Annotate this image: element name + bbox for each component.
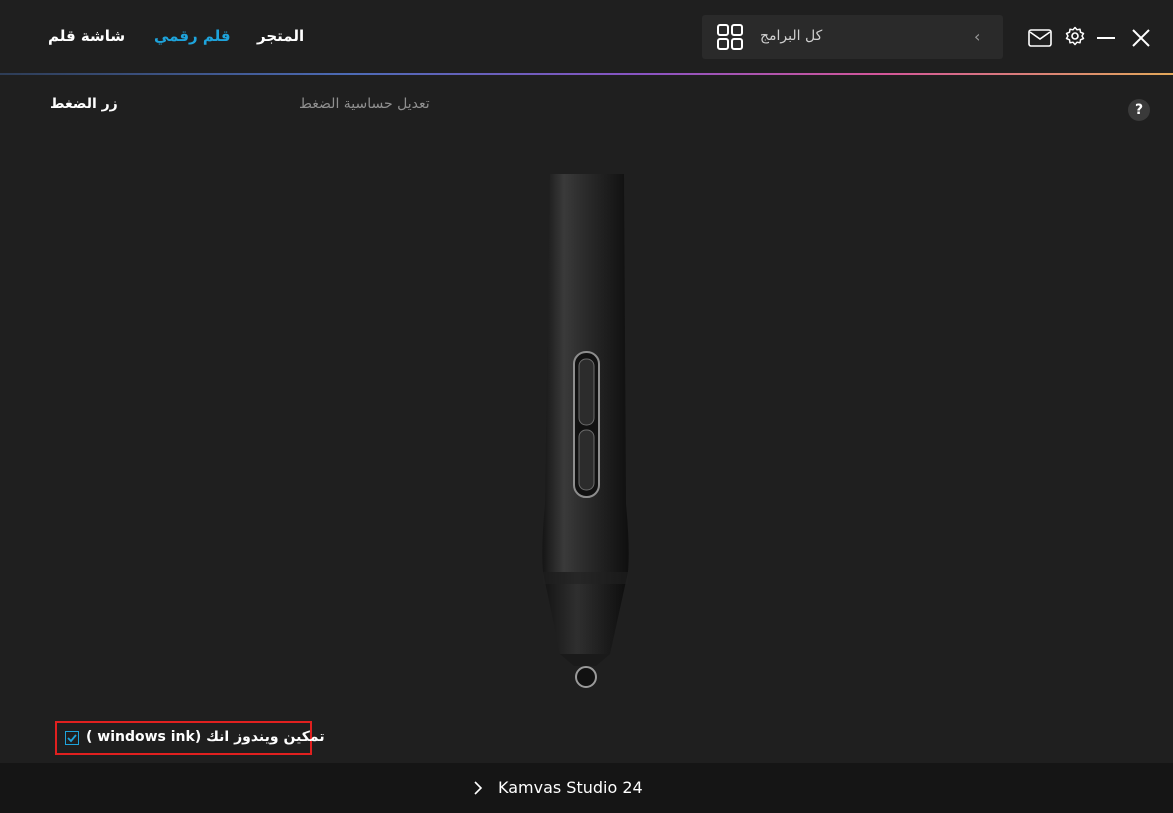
windows-ink-checkbox[interactable] [65, 731, 79, 745]
checkmark-icon [67, 734, 77, 743]
help-button[interactable]: ? [1128, 99, 1150, 121]
nav-pen-tablet[interactable]: قلم رقمي [154, 27, 231, 45]
device-footer-bar: Kamvas Studio 24 [0, 763, 1173, 813]
windows-ink-label: ( windows ink) تمكين ويندوز انك [86, 729, 325, 745]
minimize-icon[interactable] [1096, 28, 1116, 48]
device-selector[interactable]: Kamvas Studio 24 [472, 778, 643, 797]
tab-press-key[interactable]: زر الضغط [50, 96, 118, 112]
windows-ink-option: ( windows ink) تمكين ويندوز انك [55, 721, 325, 755]
tab-pressure-sensitivity[interactable]: تعديل حساسية الضغط [299, 96, 430, 112]
top-bar: شاشة قلم قلم رقمي المتجر كل البرامج ‹ [0, 0, 1173, 74]
nav-pen-display[interactable]: شاشة قلم [48, 27, 125, 45]
digital-pen-image [542, 174, 629, 688]
settings-gear-icon[interactable] [1065, 26, 1085, 46]
chevron-right-icon [474, 780, 483, 795]
all-apps-label: كل البرامج [760, 28, 823, 44]
all-apps-selector[interactable]: كل البرامج ‹ [702, 15, 1003, 59]
chevron-left-icon: ‹ [974, 27, 981, 46]
apps-grid-icon [717, 24, 743, 50]
mail-icon[interactable] [1028, 29, 1052, 47]
pen-side-buttons [573, 351, 600, 498]
header-accent-line [0, 73, 1173, 75]
device-name: Kamvas Studio 24 [498, 778, 643, 797]
close-icon[interactable] [1131, 28, 1151, 48]
nav-store[interactable]: المتجر [257, 27, 304, 45]
